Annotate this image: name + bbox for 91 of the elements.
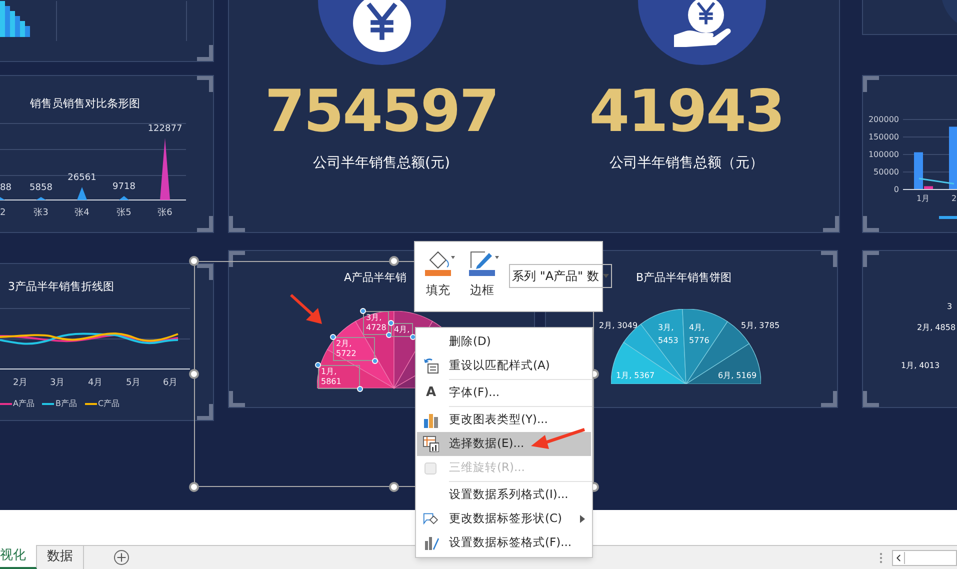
paint-bucket-icon — [425, 250, 457, 276]
arrow-annotation — [288, 294, 324, 326]
fill-button[interactable]: 填充 — [425, 250, 457, 299]
menu-item[interactable]: 更改图表类型(Y)... — [417, 408, 591, 432]
menu-item[interactable]: 设置数据系列格式(I)... — [417, 483, 591, 507]
spike-bar — [77, 187, 87, 200]
value-label: 26561 — [66, 172, 98, 185]
axis-label: 3月 — [50, 377, 65, 390]
border-button[interactable]: 边框 — [469, 250, 501, 299]
axis-label: 张5 — [116, 207, 132, 220]
menu-item[interactable]: 重设以匹配样式(A) — [417, 354, 591, 378]
reset-style-icon — [423, 358, 439, 374]
data-label: 6月, 5169 — [718, 370, 757, 382]
tick-label: 0 — [894, 185, 899, 194]
data-label: 2月, 4858 — [917, 322, 956, 334]
data-label: 2月, 3049 — [599, 320, 638, 332]
data-label: 1月, 4013 — [901, 360, 940, 372]
corner-bracket — [197, 404, 213, 420]
data-label: 1月, 5367 — [616, 370, 655, 382]
menu-item[interactable]: 选择数据(E)... — [417, 432, 591, 456]
data-label: 4月, 5776 — [689, 322, 710, 347]
corner-bracket — [229, 251, 245, 267]
legend-label: B产品 — [55, 398, 77, 410]
axis-label: 6月 — [163, 377, 178, 390]
spike-bar — [160, 138, 170, 200]
font-icon: A — [423, 383, 439, 403]
corner-bracket — [197, 216, 213, 232]
axis-label: 2 — [0, 207, 6, 220]
cube-icon — [423, 460, 439, 476]
axis-label: 1月 — [916, 194, 930, 203]
spike-bar — [119, 196, 129, 200]
tick-label: 50000 — [874, 168, 899, 176]
table-chart-icon — [423, 436, 439, 452]
corner-bracket — [821, 391, 837, 407]
tick-label: 200000 — [868, 115, 899, 124]
corner-bracket — [197, 76, 213, 92]
corner-bracket — [229, 216, 245, 232]
chart-title: A产品半年销 — [344, 270, 407, 286]
axis-label: 张6 — [156, 207, 174, 220]
menu-item[interactable]: 删除(D) — [417, 330, 591, 354]
pen-icon — [469, 250, 501, 276]
corner-bracket — [229, 391, 245, 407]
corner-bracket — [821, 251, 837, 267]
bar-chart-icon — [423, 412, 439, 428]
axis-label: 2月 — [13, 377, 28, 390]
kpi-value: 41943 — [589, 79, 784, 143]
sheet-tab[interactable]: 视化 — [0, 545, 37, 569]
axis-label: 5月 — [126, 377, 141, 390]
format-labels-icon — [423, 535, 439, 551]
legend-label: C产品 — [98, 398, 120, 410]
corner-bracket — [863, 76, 879, 92]
data-label: 3 — [947, 301, 952, 313]
bar — [949, 126, 957, 189]
axis-label: 2 — [951, 194, 957, 203]
kpi-label: 公司半年销售总额（元） — [610, 154, 764, 173]
corner-bracket — [863, 251, 879, 267]
tick-label: 100000 — [868, 150, 899, 159]
kpi-label: 公司半年销售总额(元) — [313, 154, 450, 173]
spike-bar — [36, 197, 46, 200]
sheet-tab[interactable]: 数据 — [37, 545, 84, 569]
spike-bar — [0, 197, 5, 200]
submenu-arrow-icon — [580, 515, 585, 523]
value-label: 5858 — [28, 182, 54, 195]
data-label: 3月, 5453 — [658, 322, 680, 347]
tick-label: 150000 — [868, 132, 899, 142]
series-dropdown[interactable]: 系列 "A产品" 数 — [509, 264, 612, 288]
arrow-annotation — [530, 426, 586, 450]
label-shape-icon — [423, 511, 439, 527]
kpi-value: 754597 — [264, 79, 498, 143]
horizontal-scrollbar[interactable] — [892, 550, 957, 566]
menu-item[interactable]: A 字体(F)... — [417, 381, 591, 405]
value-label: 9718 — [112, 181, 136, 194]
chart-title: 3产品半年销售折线图 — [8, 279, 114, 295]
menu-item[interactable]: 设置数据标签格式(F)... — [417, 531, 591, 555]
dropdown-caret-icon — [602, 274, 609, 278]
corner-bracket — [863, 391, 879, 407]
chart-title: 销售员销售对比条形图 — [30, 96, 140, 112]
data-label: 5月, 3785 — [741, 320, 780, 332]
corner-bracket — [863, 216, 879, 232]
corner-bracket — [823, 216, 839, 232]
line — [918, 178, 954, 184]
value-label: 122877 — [146, 123, 184, 136]
axis-label: 4月 — [88, 377, 103, 390]
axis-label: 张3 — [32, 207, 50, 220]
legend-label: A产品 — [13, 398, 34, 410]
corner-bracket — [197, 45, 213, 61]
bar-chart-drawing — [0, 1, 32, 37]
menu-item[interactable]: 更改数据标签形状(C) — [417, 507, 591, 531]
value-label: 88 — [0, 182, 12, 195]
chart-title: B产品半年销售饼图 — [636, 270, 732, 286]
axis-label: 张4 — [74, 207, 90, 220]
